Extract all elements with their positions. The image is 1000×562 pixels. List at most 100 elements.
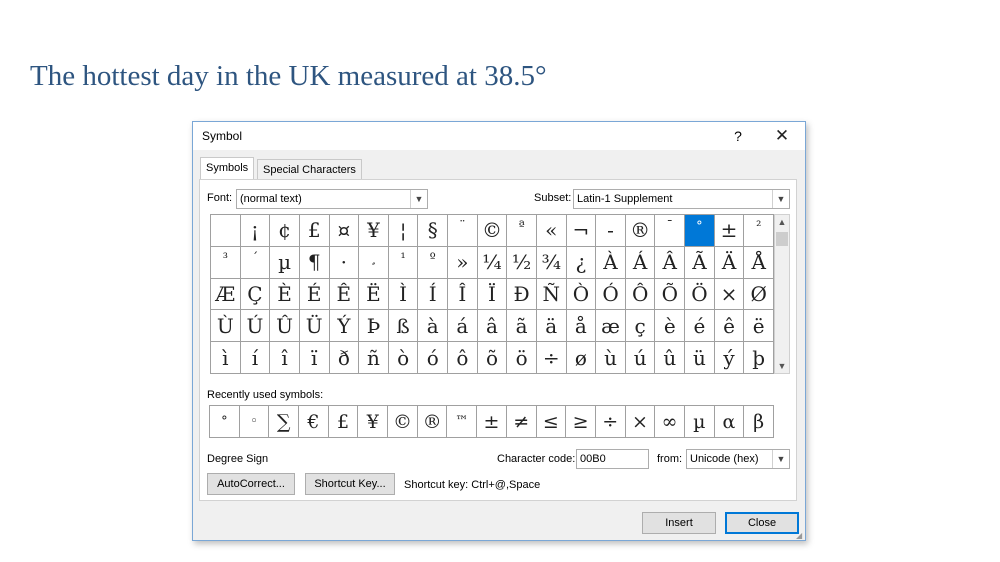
insert-button[interactable]: Insert (642, 512, 716, 534)
symbol-cell[interactable]: ñ (359, 342, 389, 374)
recent-symbol-cell[interactable]: ∑ (269, 406, 300, 438)
symbol-cell[interactable]: Î (448, 278, 478, 311)
symbol-cell[interactable]: ¥ (359, 215, 389, 247)
symbol-cell[interactable]: ý (714, 342, 745, 374)
symbol-cell[interactable]: Í (418, 278, 449, 311)
symbol-cell[interactable]: Ô (625, 278, 656, 311)
symbol-cell[interactable]: Ö (685, 278, 715, 311)
symbol-cell[interactable]: ³ (211, 246, 241, 279)
recent-symbol-cell[interactable]: ≤ (536, 406, 567, 438)
symbol-cell[interactable]: ¡ (240, 215, 271, 247)
recent-symbol-cell[interactable]: µ (684, 406, 715, 438)
symbol-cell[interactable]: ¶ (299, 246, 330, 279)
recent-symbol-cell[interactable]: ∞ (655, 406, 685, 438)
recent-symbol-cell[interactable]: © (388, 406, 418, 438)
symbol-cell[interactable]: ¬ (566, 215, 597, 247)
scroll-up-icon[interactable]: ▲ (775, 215, 789, 229)
symbol-cell[interactable]: À (596, 246, 626, 279)
recent-symbol-cell[interactable]: ÷ (595, 406, 626, 438)
symbol-cell[interactable]: ð (329, 342, 360, 374)
symbol-cell[interactable]: Ã (685, 246, 715, 279)
tab-symbols[interactable]: Symbols (200, 157, 255, 179)
symbol-cell[interactable]: » (448, 246, 478, 279)
close-button[interactable]: Close (725, 512, 799, 534)
subset-dropdown[interactable]: Latin-1 Supplement ▼ (573, 189, 790, 209)
from-dropdown[interactable]: Unicode (hex) ▼ (686, 449, 790, 469)
symbol-cell[interactable]: ß (388, 310, 419, 343)
close-icon[interactable]: ✕ (771, 125, 793, 147)
symbol-cell[interactable]: ½ (507, 246, 537, 279)
symbol-cell[interactable]: Ý (329, 310, 360, 343)
symbol-cell[interactable]: õ (477, 342, 508, 374)
font-dropdown[interactable]: (normal text) ▼ (236, 189, 428, 209)
recent-symbol-cell[interactable]: × (625, 406, 656, 438)
symbol-cell[interactable]: ¼ (477, 246, 508, 279)
recent-symbol-cell[interactable]: ≠ (506, 406, 537, 438)
symbol-cell[interactable]: ² (744, 215, 774, 247)
symbol-cell[interactable]: Ó (596, 278, 626, 311)
symbol-cell[interactable]: ° (685, 215, 715, 247)
symbol-cell[interactable]: È (270, 278, 300, 311)
symbol-cell[interactable]: Ë (359, 278, 389, 311)
recent-symbol-cell[interactable]: ¥ (358, 406, 389, 438)
symbol-cell[interactable]: ¤ (329, 215, 360, 247)
symbol-cell[interactable]: å (566, 310, 597, 343)
symbol-cell[interactable]: ê (714, 310, 745, 343)
symbol-cell[interactable]: ô (448, 342, 478, 374)
symbol-cell[interactable]: ö (507, 342, 537, 374)
symbol-cell[interactable]: ë (744, 310, 774, 343)
symbol-cell[interactable]: ¿ (566, 246, 597, 279)
symbol-cell[interactable]: º (418, 246, 449, 279)
symbol-cell[interactable]: ¦ (388, 215, 419, 247)
symbol-cell[interactable]: Ù (211, 310, 241, 343)
tab-special-characters[interactable]: Special Characters (257, 159, 362, 179)
symbol-cell[interactable]: £ (299, 215, 330, 247)
symbol-cell[interactable]: « (536, 215, 567, 247)
recent-symbol-cell[interactable]: ™ (447, 406, 478, 438)
symbol-cell[interactable]: Ü (299, 310, 330, 343)
chevron-down-icon[interactable]: ▼ (410, 190, 427, 208)
symbol-cell[interactable]: ¸ (359, 246, 389, 279)
symbol-cell[interactable]: ù (596, 342, 626, 374)
symbol-cell[interactable]: û (655, 342, 686, 374)
symbol-cell[interactable]: µ (270, 246, 300, 279)
help-button[interactable]: ? (728, 126, 748, 146)
shortcut-key-button[interactable]: Shortcut Key... (305, 473, 395, 495)
symbol-cell[interactable]: Õ (655, 278, 686, 311)
scroll-down-icon[interactable]: ▼ (775, 359, 789, 373)
symbol-cell[interactable]: à (418, 310, 449, 343)
symbol-cell[interactable]: Ç (240, 278, 271, 311)
symbol-cell[interactable]: × (714, 278, 745, 311)
symbol-cell[interactable]: ¯ (655, 215, 686, 247)
recent-symbol-cell[interactable]: ± (477, 406, 507, 438)
recent-symbol-cell[interactable]: β (744, 406, 774, 438)
scroll-thumb[interactable] (776, 232, 788, 246)
symbol-cell[interactable]: æ (596, 310, 626, 343)
symbol-cell[interactable]: ü (685, 342, 715, 374)
chevron-down-icon[interactable]: ▼ (772, 450, 789, 468)
recent-symbol-cell[interactable]: ° (210, 406, 240, 438)
symbol-cell[interactable]: ¹ (388, 246, 419, 279)
symbol-cell[interactable]: ä (536, 310, 567, 343)
symbol-cell[interactable]: Þ (359, 310, 389, 343)
recent-symbol-cell[interactable]: € (299, 406, 329, 438)
symbol-cell[interactable]: â (477, 310, 508, 343)
symbol-cell[interactable]: ÷ (536, 342, 567, 374)
symbol-cell[interactable]: Ê (329, 278, 360, 311)
symbol-cell[interactable] (211, 215, 241, 247)
symbol-cell[interactable]: ï (299, 342, 330, 374)
symbol-cell[interactable]: ¢ (270, 215, 300, 247)
symbol-cell[interactable]: Ð (507, 278, 537, 311)
symbol-cell[interactable]: · (329, 246, 360, 279)
symbol-cell[interactable]: è (655, 310, 686, 343)
symbol-cell[interactable]: Ú (240, 310, 271, 343)
recent-symbol-cell[interactable]: ® (417, 406, 448, 438)
symbol-cell[interactable]: Ñ (536, 278, 567, 311)
symbol-cell[interactable]: ® (625, 215, 656, 247)
symbol-cell[interactable]: í (240, 342, 271, 374)
symbol-cell[interactable]: Ï (477, 278, 508, 311)
symbol-cell[interactable]: ª (507, 215, 537, 247)
symbol-cell[interactable]: Ì (388, 278, 419, 311)
recent-symbol-cell[interactable]: £ (328, 406, 359, 438)
recent-symbol-cell[interactable]: α (714, 406, 745, 438)
